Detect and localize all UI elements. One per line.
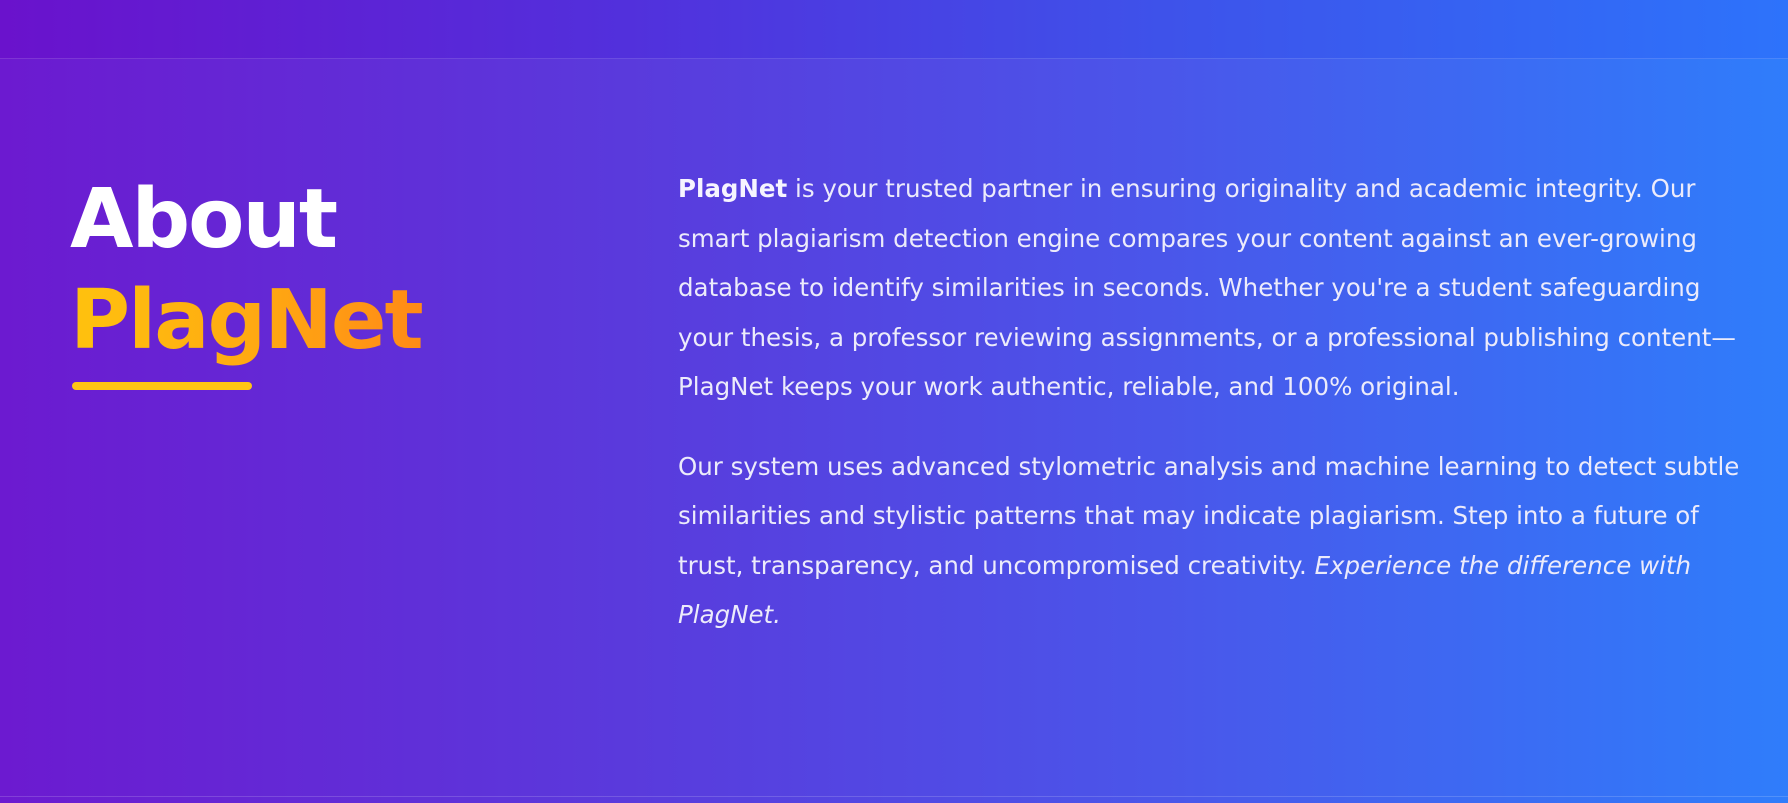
about-paragraph-1-text: is your trusted partner in ensuring orig… [678, 174, 1736, 401]
about-heading-line1: About [70, 172, 338, 267]
about-section: About PlagNet PlagNet is your trusted pa… [0, 59, 1788, 796]
about-heading-brand: PlagNet [70, 270, 424, 371]
about-paragraph-1: PlagNet is your trusted partner in ensur… [678, 164, 1748, 412]
section-bottom-divider [0, 796, 1788, 797]
heading-underline [72, 382, 252, 390]
about-paragraph-2: Our system uses advanced stylometric ana… [678, 442, 1748, 640]
brand-name-bold: PlagNet [678, 174, 788, 203]
top-header-band [0, 0, 1788, 59]
about-heading: About PlagNet [70, 169, 424, 371]
about-content: PlagNet is your trusted partner in ensur… [678, 164, 1748, 640]
